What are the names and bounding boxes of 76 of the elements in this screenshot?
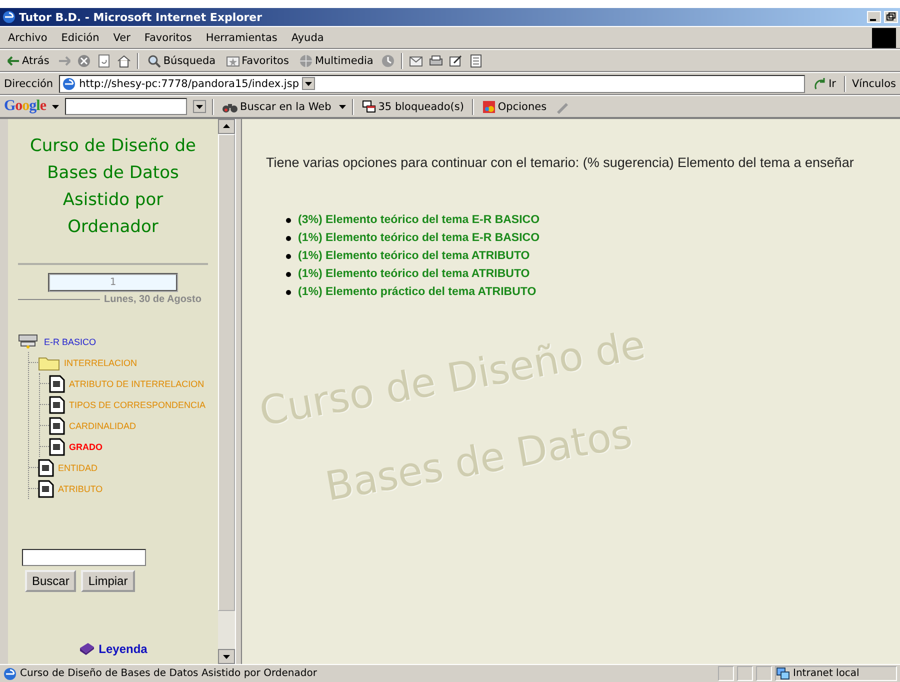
printer-icon[interactable] bbox=[429, 54, 444, 68]
star-folder-icon bbox=[226, 54, 240, 68]
bullet-icon bbox=[286, 290, 291, 294]
document-icon[interactable] bbox=[469, 54, 484, 68]
option-link[interactable]: (1%) Elemento teórico del tema ATRIBUTO bbox=[298, 250, 530, 262]
go-button[interactable]: Ir bbox=[810, 76, 838, 90]
frame-splitter[interactable] bbox=[235, 119, 242, 664]
window-title: Tutor B.D. - Microsoft Internet Explorer bbox=[19, 10, 264, 24]
document-icon bbox=[49, 374, 65, 392]
windows-icon bbox=[362, 100, 376, 114]
option-link[interactable]: (1%) Elemento teórico del tema E-R BASICO bbox=[298, 232, 540, 244]
options-icon bbox=[482, 100, 496, 114]
document-icon bbox=[38, 458, 54, 476]
edit-icon[interactable] bbox=[449, 54, 464, 68]
bullet-icon bbox=[286, 272, 291, 276]
page-icon bbox=[62, 76, 76, 90]
document-icon bbox=[49, 416, 65, 434]
tree-item[interactable]: E-R BASICO bbox=[44, 336, 96, 346]
option-link[interactable]: (1%) Elemento práctico del tema ATRIBUTO bbox=[298, 286, 536, 298]
status-text: Curso de Diseño de Bases de Datos Asistido por Ordenador bbox=[20, 668, 318, 679]
dropdown-icon[interactable] bbox=[302, 77, 315, 90]
google-logo[interactable]: Google bbox=[4, 98, 46, 115]
course-title: Curso de Diseño de Bases de Datos Asistido por Ordenador bbox=[30, 135, 196, 239]
menu-item[interactable]: Herramientas bbox=[202, 32, 282, 44]
search-icon bbox=[147, 54, 162, 68]
network-icon bbox=[776, 667, 790, 680]
menu-item[interactable]: Archivo bbox=[4, 32, 52, 44]
caret-icon bbox=[339, 104, 346, 108]
search-web-button[interactable]: Buscar en la Web bbox=[220, 100, 334, 114]
book-icon bbox=[78, 642, 95, 656]
options-button[interactable]: Opciones bbox=[480, 100, 549, 114]
scroll-down-icon[interactable] bbox=[218, 649, 235, 664]
popup-blocker-button[interactable]: 35 bloqueado(s) bbox=[360, 100, 466, 114]
bullet-icon bbox=[286, 218, 291, 222]
date-label: Lunes, 30 de Agosto bbox=[104, 294, 202, 305]
links-button[interactable]: Vínculos bbox=[852, 78, 896, 90]
search-field[interactable] bbox=[22, 549, 146, 566]
bullet-icon bbox=[286, 254, 291, 258]
restore-icon[interactable] bbox=[884, 11, 898, 23]
menu-item[interactable]: Favoritos bbox=[140, 32, 196, 44]
browser-icon bbox=[2, 10, 16, 24]
option-link[interactable]: (3%) Elemento teórico del tema E-R BASICO bbox=[298, 214, 540, 226]
refresh-icon[interactable] bbox=[97, 54, 112, 68]
page-icon bbox=[3, 666, 17, 680]
toolbar-button[interactable]: Atrás bbox=[4, 54, 52, 68]
document-icon bbox=[49, 438, 65, 456]
bullet-icon bbox=[286, 236, 291, 240]
mail-icon[interactable] bbox=[409, 54, 424, 68]
instruction-text: Tiene varias opciones para continuar con el temario: (% sugerencia) Elemento del tema a enseñar bbox=[266, 155, 855, 170]
arrow-icon bbox=[812, 76, 827, 90]
toolbar-button[interactable]: Multimedia bbox=[296, 54, 376, 68]
clock-icon[interactable] bbox=[381, 54, 396, 68]
minimize-icon[interactable] bbox=[867, 11, 881, 23]
form-button[interactable]: Buscar bbox=[25, 570, 76, 592]
caret-icon bbox=[52, 104, 60, 108]
document-icon bbox=[38, 480, 54, 498]
computer-icon bbox=[18, 332, 40, 350]
globe-icon bbox=[298, 54, 313, 68]
document-icon bbox=[49, 396, 65, 414]
zone-label: Intranet local bbox=[793, 668, 860, 679]
toolbar-button[interactable]: Búsqueda bbox=[145, 54, 218, 68]
menu-item[interactable]: Ver bbox=[109, 32, 134, 44]
legend-link[interactable]: Leyenda bbox=[98, 642, 148, 656]
address-label: Dirección bbox=[4, 78, 54, 90]
home-icon[interactable] bbox=[117, 54, 132, 68]
stop-icon[interactable] bbox=[77, 54, 92, 68]
menu-item[interactable]: Ayuda bbox=[287, 32, 328, 44]
toolbar-button[interactable]: Favoritos bbox=[224, 54, 291, 68]
search-field[interactable] bbox=[65, 98, 188, 115]
back-arrow-icon bbox=[6, 54, 20, 68]
scroll-up-icon[interactable] bbox=[218, 119, 235, 134]
address-field[interactable]: http://shesy-pc:7778/pandora15/index.jsp bbox=[59, 74, 805, 92]
menu-item[interactable]: Edición bbox=[57, 32, 104, 44]
option-link[interactable]: (1%) Elemento teórico del tema ATRIBUTO bbox=[298, 268, 530, 280]
form-button[interactable]: Limpiar bbox=[81, 570, 135, 592]
dropdown-icon[interactable] bbox=[193, 100, 206, 113]
